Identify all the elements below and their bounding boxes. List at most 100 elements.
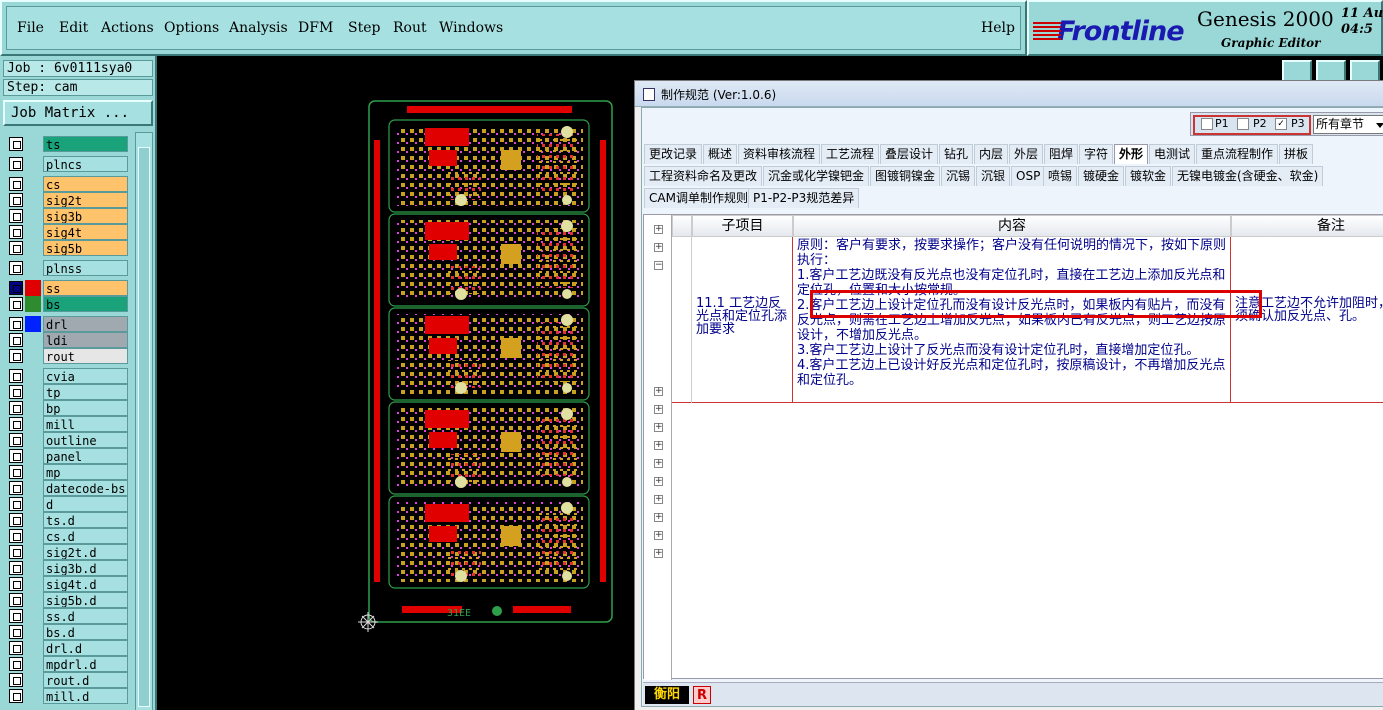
tab-r1-0[interactable]: 更改记录 <box>644 144 703 164</box>
layer-checkbox[interactable] <box>9 281 23 295</box>
layer-color-swatch[interactable] <box>25 316 41 332</box>
layer-row-tp[interactable]: tp <box>6 384 128 400</box>
layer-row-sig5b-d[interactable]: sig5b.d <box>6 592 128 608</box>
tab-r2-1[interactable]: 沉金或化学镍钯金 <box>763 166 870 186</box>
layer-checkbox[interactable] <box>9 673 23 687</box>
layer-checkbox[interactable] <box>9 225 23 239</box>
expand-toggle[interactable]: + <box>654 243 663 252</box>
layer-name[interactable]: sig5b <box>43 240 128 256</box>
layer-checkbox[interactable] <box>9 625 23 639</box>
layer-name[interactable]: drl <box>43 316 128 332</box>
layer-name[interactable]: ss <box>43 280 128 296</box>
layer-name[interactable]: ts.d <box>43 512 128 528</box>
layer-name[interactable]: rout.d <box>43 672 128 688</box>
tab-r2-7[interactable]: 镀硬金 <box>1078 166 1125 186</box>
layer-name[interactable]: cs <box>43 176 128 192</box>
layer-name[interactable]: sig3b <box>43 208 128 224</box>
job-name-field[interactable]: Job : 6v0111sya0 <box>3 60 153 77</box>
layer-row-rout[interactable]: rout <box>6 348 128 364</box>
menu-step[interactable]: Step <box>348 20 380 36</box>
menu-help[interactable]: Help <box>981 20 1015 36</box>
layer-checkbox[interactable] <box>9 433 23 447</box>
r-badge[interactable]: R <box>693 686 711 704</box>
layer-name[interactable]: bs.d <box>43 624 128 640</box>
column-header-content[interactable]: 内容 <box>793 215 1231 237</box>
layer-checkbox[interactable] <box>9 157 23 171</box>
job-matrix-button[interactable]: Job Matrix ... <box>3 100 153 126</box>
layer-checkbox[interactable] <box>9 261 23 275</box>
layer-name[interactable]: cvia <box>43 368 128 384</box>
layer-checkbox[interactable] <box>9 689 23 703</box>
layer-row-mpdrl-d[interactable]: mpdrl.d <box>6 656 128 672</box>
layer-row-ss-d[interactable]: ss.d <box>6 608 128 624</box>
layer-row-bp[interactable]: bp <box>6 400 128 416</box>
layer-name[interactable]: sig2t <box>43 192 128 208</box>
scrollbar-thumb[interactable] <box>138 147 150 707</box>
layer-name[interactable]: mp <box>43 464 128 480</box>
expand-toggle[interactable]: + <box>654 531 663 540</box>
menu-analysis[interactable]: Analysis <box>229 20 288 36</box>
layer-name[interactable]: mpdrl.d <box>43 656 128 672</box>
column-header-subitem[interactable]: 子项目 <box>692 215 793 237</box>
layer-checkbox[interactable] <box>9 137 23 151</box>
expand-toggle[interactable]: + <box>654 441 663 450</box>
tab-r1-11[interactable]: 电测试 <box>1149 144 1196 164</box>
layer-checkbox[interactable] <box>9 349 23 363</box>
layer-name[interactable]: bs <box>43 296 128 312</box>
tab-r3-1[interactable]: P1-P2-P3规范差异 <box>748 188 860 208</box>
layer-checkbox[interactable] <box>9 561 23 575</box>
layer-name[interactable]: sig2t.d <box>43 544 128 560</box>
layer-name[interactable]: sig3b.d <box>43 560 128 576</box>
tab-r2-8[interactable]: 镀软金 <box>1125 166 1172 186</box>
layer-name[interactable]: sig5b.d <box>43 592 128 608</box>
layer-name[interactable]: sig4t <box>43 224 128 240</box>
tab-r2-3[interactable]: 沉锡 <box>941 166 976 186</box>
layer-name[interactable]: plnss <box>43 260 128 276</box>
menu-dfm[interactable]: DFM <box>298 20 333 36</box>
layer-name[interactable]: mill <box>43 416 128 432</box>
layer-name[interactable]: ss.d <box>43 608 128 624</box>
expand-toggle[interactable]: + <box>654 513 663 522</box>
layer-checkbox[interactable] <box>9 577 23 591</box>
layer-checkbox[interactable] <box>9 369 23 383</box>
layer-checkbox[interactable] <box>9 449 23 463</box>
layer-name[interactable]: sig4t.d <box>43 576 128 592</box>
layer-checkbox[interactable] <box>9 209 23 223</box>
tab-r2-5[interactable]: OSP <box>1011 166 1046 186</box>
layer-name[interactable]: panel <box>43 448 128 464</box>
expand-toggle[interactable]: + <box>654 477 663 486</box>
p2-checkbox[interactable] <box>1237 118 1249 130</box>
layer-row-ss[interactable]: ss <box>6 280 128 296</box>
layer-checkbox[interactable] <box>9 333 23 347</box>
layer-name[interactable]: rout <box>43 348 128 364</box>
layer-checkbox[interactable] <box>9 513 23 527</box>
layer-checkbox[interactable] <box>9 529 23 543</box>
tab-r1-1[interactable]: 概述 <box>703 144 738 164</box>
layer-row-mp[interactable]: mp <box>6 464 128 480</box>
layer-row-cvia[interactable]: cvia <box>6 368 128 384</box>
layer-color-swatch[interactable] <box>25 280 41 296</box>
menu-edit[interactable]: Edit <box>59 20 88 36</box>
menu-rout[interactable]: Rout <box>393 20 427 36</box>
tab-r1-9[interactable]: 字符 <box>1079 144 1114 164</box>
layer-checkbox[interactable] <box>9 385 23 399</box>
graphic-canvas[interactable]: 31EE <box>157 56 635 710</box>
layer-name[interactable]: drl.d <box>43 640 128 656</box>
tab-r1-6[interactable]: 内层 <box>974 144 1009 164</box>
tab-r1-12[interactable]: 重点流程制作 <box>1196 144 1279 164</box>
layer-row-sig2t-d[interactable]: sig2t.d <box>6 544 128 560</box>
layer-name[interactable]: cs.d <box>43 528 128 544</box>
layer-row-sig4t[interactable]: sig4t <box>6 224 128 240</box>
expand-toggle[interactable]: + <box>654 405 663 414</box>
layer-row-mill[interactable]: mill <box>6 416 128 432</box>
column-header-note[interactable]: 备注 <box>1231 215 1383 237</box>
expand-toggle[interactable]: + <box>654 459 663 468</box>
layer-checkbox[interactable] <box>9 317 23 331</box>
expand-toggle[interactable]: + <box>654 225 663 234</box>
layer-list-scrollbar[interactable] <box>135 132 153 710</box>
tab-r2-9[interactable]: 无镍电镀金(含硬金、软金) <box>1172 166 1324 186</box>
p1-checkbox[interactable] <box>1201 118 1213 130</box>
layer-name[interactable]: ts <box>43 136 128 152</box>
layer-row-d[interactable]: d <box>6 496 128 512</box>
layer-row-sig2t[interactable]: sig2t <box>6 192 128 208</box>
